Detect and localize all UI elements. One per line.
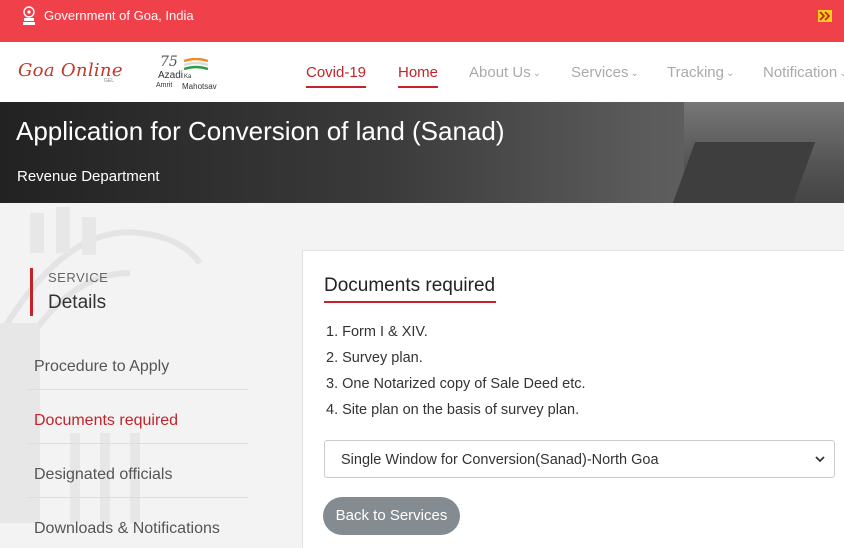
- document-item: 1. Form I & XIV.: [326, 324, 428, 340]
- main-navbar: Goa Online GEL 75 Azadi Ka Amrit Mahotsa…: [0, 42, 844, 102]
- service-select[interactable]: Single Window for Conversion(Sanad)-Nort…: [324, 440, 835, 478]
- nav-covid-19[interactable]: Covid-19: [306, 64, 367, 88]
- emblem-icon: [23, 6, 35, 25]
- page-banner: Application for Conversion of land (Sana…: [0, 102, 844, 203]
- sidebar-divider: [28, 443, 248, 444]
- details-heading: Details: [48, 292, 107, 313]
- nav-active-underline: [306, 86, 367, 88]
- chevron-down-icon: ⌄: [839, 68, 844, 79]
- nav-covid-label: Covid-19: [306, 64, 367, 81]
- sidebar-item-procedure[interactable]: Procedure to Apply: [34, 358, 169, 376]
- service-accent-bar: [30, 268, 33, 316]
- amrit-azadi: Azadi: [158, 70, 184, 81]
- chevron-down-icon: ⌄: [630, 68, 639, 79]
- chevron-down-icon: [815, 456, 825, 463]
- nav-notifications[interactable]: Notification ⌄: [763, 64, 844, 81]
- document-item: 2. Survey plan.: [326, 350, 423, 366]
- amrit-amrit: Amrit: [156, 82, 173, 89]
- flag-icon: [184, 58, 208, 70]
- banner-background-shape: [672, 142, 816, 203]
- logo-subtext: GEL: [104, 78, 115, 84]
- sidebar-item-documents[interactable]: Documents required: [34, 412, 178, 430]
- nav-about-label: About Us: [469, 64, 531, 81]
- sidebar-item-downloads[interactable]: Downloads & Notifications: [34, 520, 220, 538]
- nav-notifications-label: Notification: [763, 64, 838, 81]
- nav-tracking-label: Tracking: [667, 64, 724, 81]
- amrit-ka: Ka: [184, 74, 192, 80]
- chevron-right-icon[interactable]: [818, 10, 832, 22]
- nav-active-underline: [398, 86, 439, 88]
- back-to-services-button[interactable]: Back to Services: [323, 497, 460, 535]
- document-item: 4. Site plan on the basis of survey plan…: [326, 402, 580, 418]
- department-label: Revenue Department: [17, 168, 160, 185]
- section-title-underline: [324, 301, 496, 303]
- government-label[interactable]: Government of Goa, India: [44, 8, 194, 23]
- nav-services-label: Services: [571, 64, 629, 81]
- top-bar: Government of Goa, India: [0, 0, 844, 42]
- document-item: 3. One Notarized copy of Sale Deed etc.: [326, 376, 586, 392]
- chevron-down-icon: ⌄: [532, 68, 542, 79]
- amrit-number: 75: [160, 54, 178, 70]
- documents-card: Documents required 1. Form I & XIV. 2. S…: [302, 250, 844, 548]
- nav-about-us[interactable]: About Us ⌄: [469, 64, 541, 81]
- amrit-mahotsav: Mahotsav: [182, 82, 217, 91]
- nav-home-label: Home: [398, 64, 439, 81]
- azadi-ka-amrit-mahotsav-logo: 75 Azadi Ka Amrit Mahotsav: [156, 54, 226, 94]
- service-select-value: Single Window for Conversion(Sanad)-Nort…: [341, 452, 659, 468]
- chevron-down-icon: ⌄: [725, 68, 735, 79]
- nav-home[interactable]: Home: [398, 64, 439, 88]
- nav-tracking[interactable]: Tracking ⌄: [667, 64, 734, 81]
- service-label: SERVICE: [48, 270, 109, 285]
- sidebar-divider: [28, 497, 248, 498]
- nav-services[interactable]: Services ⌄: [571, 64, 639, 81]
- sidebar-divider: [28, 389, 248, 390]
- sidebar-item-officials[interactable]: Designated officials: [34, 466, 172, 484]
- page-title: Application for Conversion of land (Sana…: [16, 116, 505, 146]
- section-title: Documents required: [324, 275, 496, 296]
